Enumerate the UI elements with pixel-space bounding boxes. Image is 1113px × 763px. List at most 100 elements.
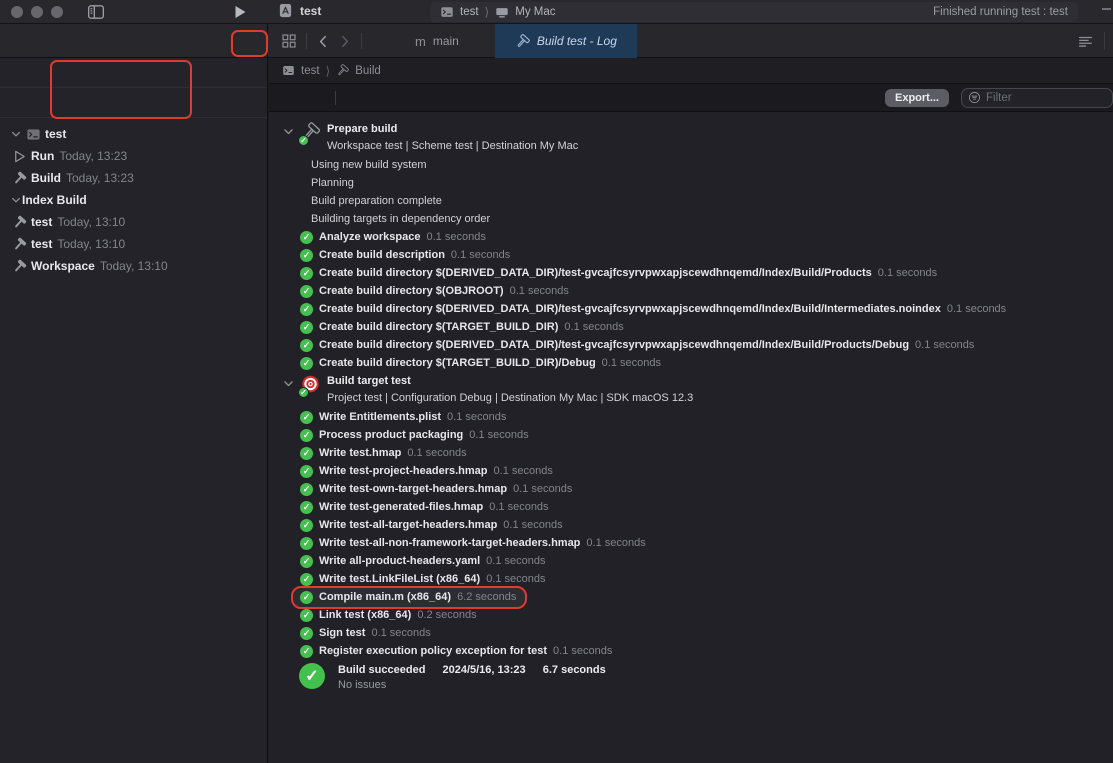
breadcrumb-separator: ⟩ [326,64,331,78]
log-task-row[interactable]: ✓ Write test-own-target-headers.hmap 0.1… [269,480,1113,498]
minimize-button[interactable] [31,6,43,18]
tree-item-icon [12,237,27,252]
sidebar-toggle-icon[interactable] [87,3,105,21]
log-task-row[interactable]: ✓ Write all-product-headers.yaml 0.1 sec… [269,552,1113,570]
log-task-title: Write test-project-headers.hmap [319,465,488,477]
report-tree-row[interactable]: Run Today, 13:23 [4,145,263,167]
log-task-title: Create build directory $(DERIVED_DATA_DI… [319,267,872,279]
disclosure-triangle-icon[interactable] [282,125,295,138]
log-task-row[interactable]: ✓ Create build directory $(TARGET_BUILD_… [269,318,1113,336]
segment-option[interactable] [110,101,132,105]
log-filter-segment[interactable] [282,96,302,100]
scheme-name[interactable]: test [460,6,479,18]
tab-main[interactable]: m main [415,34,459,49]
log-task-title: Link test (x86_64) [319,609,411,621]
report-tree-row[interactable]: Index Build [4,189,263,211]
report-tree-row[interactable]: Build Today, 13:23 [4,167,263,189]
editor-options-icon[interactable] [1077,33,1094,50]
go-back-icon[interactable] [316,34,331,49]
breadcrumb-icon [336,64,349,77]
log-message-text: Build preparation complete [311,195,442,207]
success-check-icon: ✓ [300,591,313,604]
log-message-row[interactable]: Planning [269,174,1113,192]
report-tree-row[interactable]: test [4,123,263,145]
log-task-row[interactable]: ✓ Create build directory $(DERIVED_DATA_… [269,264,1113,282]
tree-item-time: Today, 13:23 [66,171,134,185]
log-message-row[interactable]: Build preparation complete [269,192,1113,210]
tree-item-label: Build [31,171,61,185]
log-task-row[interactable]: ✓ Create build description 0.1 seconds [269,246,1113,264]
log-task-duration: 0.1 seconds [602,357,661,369]
report-tree: test Run Today, 13:23 Build Today, 13:23… [0,118,267,277]
scheme-chevron: ⟩ [485,5,490,19]
log-section-subtitle: Workspace test | Scheme test | Destinati… [327,138,578,155]
log-task-title: Write test-own-target-headers.hmap [319,483,507,495]
log-task-row[interactable]: ✓ Link test (x86_64) 0.2 seconds [269,606,1113,624]
log-task-row[interactable]: ✓ Create build directory $(DERIVED_DATA_… [269,300,1113,318]
log-task-row[interactable]: ✓ Compile main.m (x86_64) 6.2 seconds [269,588,1113,606]
segment-option[interactable] [136,71,158,75]
log-task-row[interactable]: ✓ Analyze workspace 0.1 seconds [269,228,1113,246]
run-button[interactable] [232,4,248,20]
log-task-row[interactable]: ✓ Write test-project-headers.hmap 0.1 se… [269,462,1113,480]
close-button[interactable] [11,6,23,18]
log-task-row[interactable]: ✓ Process product packaging 0.1 seconds [269,426,1113,444]
disclosure-triangle-icon[interactable] [10,128,22,140]
success-check-icon: ✓ [300,429,313,442]
log-task-duration: 0.1 seconds [510,285,569,297]
log-task-row[interactable]: ✓ Write test-all-non-framework-target-he… [269,534,1113,552]
log-section-header[interactable]: ✓ Build target test Project test | Confi… [269,372,1113,408]
log-task-row[interactable]: ✓ Write test.hmap 0.1 seconds [269,444,1113,462]
log-task-row[interactable]: ✓ Create build directory $(OBJROOT) 0.1 … [269,282,1113,300]
log-task-duration: 0.1 seconds [486,555,545,567]
log-filter-segment[interactable] [306,96,326,100]
breadcrumb-item[interactable]: ⟩ test [282,64,320,77]
destination-name[interactable]: My Mac [515,6,555,18]
zoom-button[interactable] [51,6,63,18]
disclosure-triangle-icon[interactable] [10,194,22,206]
breadcrumb-label: Build [355,65,381,77]
tab-main-label: main [433,34,459,48]
log-message-row[interactable]: Building targets in dependency order [269,210,1113,228]
log-filter-segment[interactable] [401,96,421,100]
tab-build-log[interactable]: Build test - Log [495,24,637,58]
scheme-selector[interactable]: test ⟩ My Mac [440,5,555,19]
log-task-row[interactable]: ✓ Write test-all-target-headers.hmap 0.1… [269,516,1113,534]
breadcrumb-item[interactable]: ⟩ Build [326,64,381,78]
go-forward-icon[interactable] [337,34,352,49]
log-task-title: Write test-generated-files.hmap [319,501,483,513]
filter-field[interactable] [961,88,1113,108]
log-task-row[interactable]: ✓ Sign test 0.1 seconds [269,624,1113,642]
segment-option[interactable] [136,101,158,105]
log-filter-segment[interactable] [373,96,393,100]
filter-input[interactable] [986,92,1106,104]
success-check-icon: ✓ [300,411,313,424]
log-task-row[interactable]: ✓ Create build directory $(DERIVED_DATA_… [269,336,1113,354]
mac-display-icon [495,5,509,19]
tab-build-log-label: Build test - Log [537,34,617,48]
log-task-row[interactable]: ✓ Create build directory $(TARGET_BUILD_… [269,354,1113,372]
log-section-header[interactable]: ✓ Prepare build Workspace test | Scheme … [269,120,1113,156]
report-tree-row[interactable]: test Today, 13:10 [4,211,263,233]
log-task-duration: 0.1 seconds [371,627,430,639]
log-task-row[interactable]: ✓ Write test-generated-files.hmap 0.1 se… [269,498,1113,516]
log-task-duration: 0.1 seconds [915,339,974,351]
log-task-row[interactable]: ✓ Register execution policy exception fo… [269,642,1113,660]
report-tree-row[interactable]: Workspace Today, 13:10 [4,255,263,277]
build-result-note: No issues [338,678,606,693]
log-task-title: Create build directory $(TARGET_BUILD_DI… [319,357,596,369]
success-check-icon: ✓ [300,267,313,280]
divider [361,33,362,49]
export-button[interactable]: Export... [885,89,949,107]
tab-overview-icon[interactable] [281,33,297,49]
objc-file-icon: m [415,34,426,49]
log-filter-segment[interactable] [345,96,365,100]
segment-option[interactable] [110,71,132,75]
log-task-duration: 0.1 seconds [451,249,510,261]
report-tree-row[interactable]: test Today, 13:10 [4,233,263,255]
disclosure-triangle-icon[interactable] [282,377,295,390]
editor-area: ⟩ test ⟩ Build Export... ✓ Prepare build… [269,58,1113,763]
log-task-row[interactable]: ✓ Write Entitlements.plist 0.1 seconds [269,408,1113,426]
log-message-row[interactable]: Using new build system [269,156,1113,174]
build-result-row[interactable]: ✓ Build succeeded 2024/5/16, 13:23 6.7 s… [269,662,1113,696]
